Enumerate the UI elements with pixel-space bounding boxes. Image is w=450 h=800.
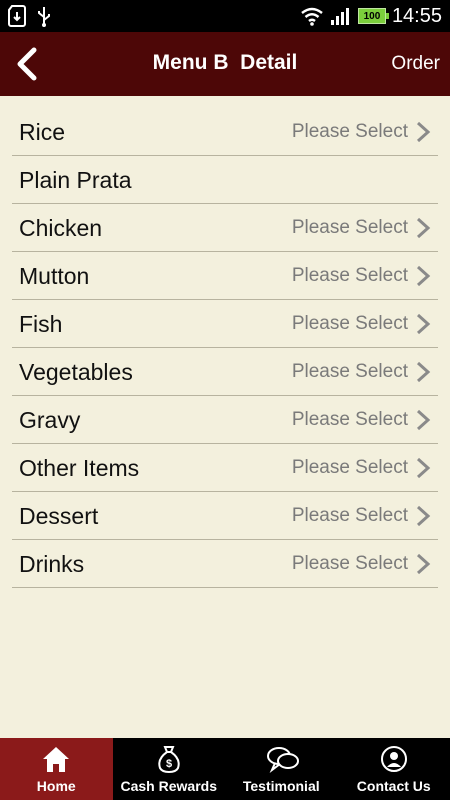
- chevron-right-icon: [416, 265, 431, 287]
- please-select-value: Please Select: [291, 409, 408, 430]
- order-button[interactable]: Order: [391, 53, 440, 75]
- battery-level: 100: [363, 10, 381, 22]
- back-arrow-icon[interactable]: [10, 44, 46, 84]
- tab-cash-rewards[interactable]: $ Cash Rewards: [113, 738, 226, 800]
- tab-bar: Home $ Cash Rewards Testimonial Contact Us: [0, 738, 450, 800]
- menu-item-label: Vegetables: [19, 359, 133, 385]
- tab-label: Cash Rewards: [120, 778, 217, 794]
- title-bar: Menu B Detail Order: [0, 32, 450, 96]
- menu-row[interactable]: Fish Please Select: [12, 300, 438, 348]
- please-select-value: Please Select: [291, 121, 408, 142]
- menu-item-label: Other Items: [19, 455, 140, 481]
- sd-card-icon: [8, 5, 26, 27]
- menu-item-label: Chicken: [19, 215, 103, 241]
- chevron-right-icon: [416, 457, 431, 479]
- menu-row[interactable]: Chicken Please Select: [12, 204, 438, 252]
- menu-row[interactable]: Plain Prata: [12, 156, 438, 204]
- chevron-right-icon: [416, 505, 431, 527]
- please-select-value: Please Select: [291, 313, 408, 334]
- page-title: Menu B Detail: [152, 51, 298, 74]
- money-bag-icon: $: [154, 745, 184, 774]
- tab-testimonial[interactable]: Testimonial: [225, 738, 338, 800]
- chevron-right-icon: [416, 121, 431, 143]
- usb-icon: [38, 7, 50, 27]
- menu-row[interactable]: Rice Please Select: [12, 108, 438, 156]
- menu-item-label: Rice: [19, 119, 66, 145]
- tab-label: Contact Us: [356, 778, 431, 794]
- status-time: 14:55: [391, 5, 442, 27]
- tab-home[interactable]: Home: [0, 738, 113, 800]
- tab-contact-us[interactable]: Contact Us: [338, 738, 450, 800]
- menu-row[interactable]: Vegetables Please Select: [12, 348, 438, 396]
- tab-label: Testimonial: [242, 778, 320, 794]
- wifi-icon: [301, 7, 323, 26]
- menu-row[interactable]: Other Items Please Select: [12, 444, 438, 492]
- menu-list: Rice Please Select Plain Prata Chicken Pleas…: [12, 108, 438, 588]
- please-select-value: Please Select: [291, 217, 408, 238]
- tab-label: Home: [36, 778, 76, 794]
- menu-item-label: Drinks: [19, 551, 85, 577]
- menu-item-label: Dessert: [19, 503, 99, 529]
- svg-text:$: $: [166, 758, 172, 770]
- please-select-value: Please Select: [291, 457, 408, 478]
- chevron-right-icon: [416, 217, 431, 239]
- contact-icon: [379, 745, 409, 773]
- chevron-right-icon: [416, 409, 431, 431]
- status-bar: 100 14:55: [0, 0, 450, 32]
- menu-row[interactable]: Drinks Please Select: [12, 540, 438, 588]
- please-select-value: Please Select: [291, 265, 408, 286]
- menu-row[interactable]: Dessert Please Select: [12, 492, 438, 540]
- home-icon: [41, 745, 71, 773]
- chevron-right-icon: [416, 313, 431, 335]
- signal-icon: [330, 8, 349, 25]
- menu-row[interactable]: Gravy Please Select: [12, 396, 438, 444]
- please-select-value: Please Select: [291, 361, 408, 382]
- menu-item-label: Fish: [19, 311, 63, 337]
- chat-bubbles-icon: [266, 745, 300, 774]
- please-select-value: Please Select: [291, 553, 408, 574]
- menu-item-label: Plain Prata: [19, 167, 132, 193]
- menu-item-label: Mutton: [19, 263, 90, 289]
- menu-item-label: Gravy: [19, 407, 81, 433]
- battery-icon: 100: [357, 8, 389, 24]
- chevron-right-icon: [416, 553, 431, 575]
- menu-row[interactable]: Mutton Please Select: [12, 252, 438, 300]
- please-select-value: Please Select: [291, 505, 408, 526]
- chevron-right-icon: [416, 361, 431, 383]
